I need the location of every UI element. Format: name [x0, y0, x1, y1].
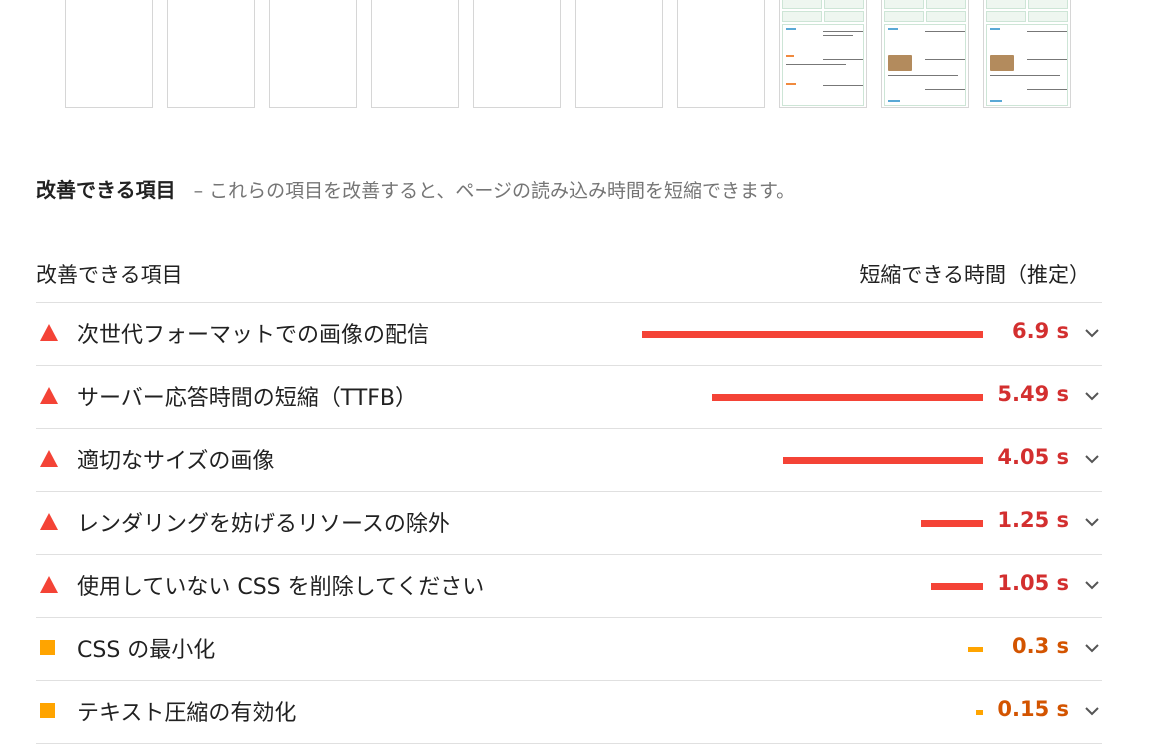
savings-bar: [783, 457, 983, 464]
savings-value: 0.3 s: [1011, 634, 1069, 658]
savings-value: 4.05 s: [997, 445, 1069, 469]
chevron-down-icon[interactable]: [1082, 701, 1102, 721]
column-header-opportunity: 改善できる項目: [36, 263, 183, 287]
opportunity-list: 次世代フォーマットでの画像の配信 6.9 s サーバー応答時間の短縮（TTFB） 5.…: [36, 303, 1102, 744]
opportunity-title: レンダリングを妨げるリソースの除外: [77, 512, 450, 537]
filmstrip-frame-rendered: [983, 0, 1071, 108]
filmstrip-frame: [65, 0, 153, 108]
opportunities-table: 改善できる項目 短縮できる時間（推定） 次世代フォーマットでの画像の配信 6.9 …: [36, 254, 1102, 744]
table-header: 改善できる項目 短縮できる時間（推定）: [36, 254, 1102, 303]
filmstrip-frame-rendered: [881, 0, 969, 108]
chevron-down-icon[interactable]: [1082, 512, 1102, 532]
fail-triangle-icon: [40, 324, 58, 342]
fail-triangle-icon: [40, 576, 58, 594]
opportunity-title: サーバー応答時間の短縮（TTFB）: [77, 386, 418, 411]
opportunity-row[interactable]: サーバー応答時間の短縮（TTFB） 5.49 s: [36, 366, 1102, 429]
savings-bar: [712, 394, 983, 401]
fail-triangle-icon: [40, 513, 58, 531]
average-square-icon: [40, 702, 58, 720]
opportunity-row[interactable]: 次世代フォーマットでの画像の配信 6.9 s: [36, 303, 1102, 366]
chevron-down-icon[interactable]: [1082, 323, 1102, 343]
savings-value: 5.49 s: [997, 382, 1069, 406]
opportunity-title: 適切なサイズの画像: [77, 449, 275, 474]
opportunity-row[interactable]: 適切なサイズの画像 4.05 s: [36, 429, 1102, 492]
filmstrip-frame: [575, 0, 663, 108]
savings-bar: [931, 583, 983, 590]
savings-value: 1.25 s: [997, 508, 1069, 532]
column-header-savings: 短縮できる時間（推定）: [859, 263, 1090, 287]
opportunity-row[interactable]: テキスト圧縮の有効化 0.15 s: [36, 681, 1102, 744]
chevron-down-icon[interactable]: [1082, 386, 1102, 406]
opportunity-title: 使用していない CSS を削除してください: [77, 575, 485, 600]
opportunity-row[interactable]: 使用していない CSS を削除してください 1.05 s: [36, 555, 1102, 618]
opportunity-title: CSS の最小化: [77, 638, 216, 663]
filmstrip-frame: [167, 0, 255, 108]
filmstrip-frame: [371, 0, 459, 108]
opportunity-title: 次世代フォーマットでの画像の配信: [77, 323, 430, 348]
savings-bar: [642, 331, 983, 338]
filmstrip-frame: [269, 0, 357, 108]
opportunity-title: テキスト圧縮の有効化: [77, 701, 297, 726]
savings-bar: [976, 710, 983, 715]
savings-value: 0.15 s: [997, 697, 1069, 721]
chevron-down-icon[interactable]: [1082, 449, 1102, 469]
filmstrip-frame: [473, 0, 561, 108]
fail-triangle-icon: [40, 450, 58, 468]
chevron-down-icon[interactable]: [1082, 638, 1102, 658]
savings-bar: [921, 520, 983, 527]
savings-value: 6.9 s: [1011, 319, 1069, 343]
savings-value: 1.05 s: [997, 571, 1069, 595]
opportunity-row[interactable]: CSS の最小化 0.3 s: [36, 618, 1102, 681]
opportunity-row[interactable]: レンダリングを妨げるリソースの除外 1.25 s: [36, 492, 1102, 555]
chevron-down-icon[interactable]: [1082, 575, 1102, 595]
section-title: 改善できる項目: [36, 178, 176, 202]
filmstrip: [65, 0, 1105, 110]
average-square-icon: [40, 639, 58, 657]
section-description: – これらの項目を改善すると、ページの読み込み時間を短縮できます。: [193, 180, 796, 202]
fail-triangle-icon: [40, 387, 58, 405]
filmstrip-frame: [677, 0, 765, 108]
filmstrip-frame-rendered: [779, 0, 867, 108]
opportunities-heading: 改善できる項目 – これらの項目を改善すると、ページの読み込み時間を短縮できます。: [36, 176, 795, 205]
savings-bar: [968, 647, 983, 652]
